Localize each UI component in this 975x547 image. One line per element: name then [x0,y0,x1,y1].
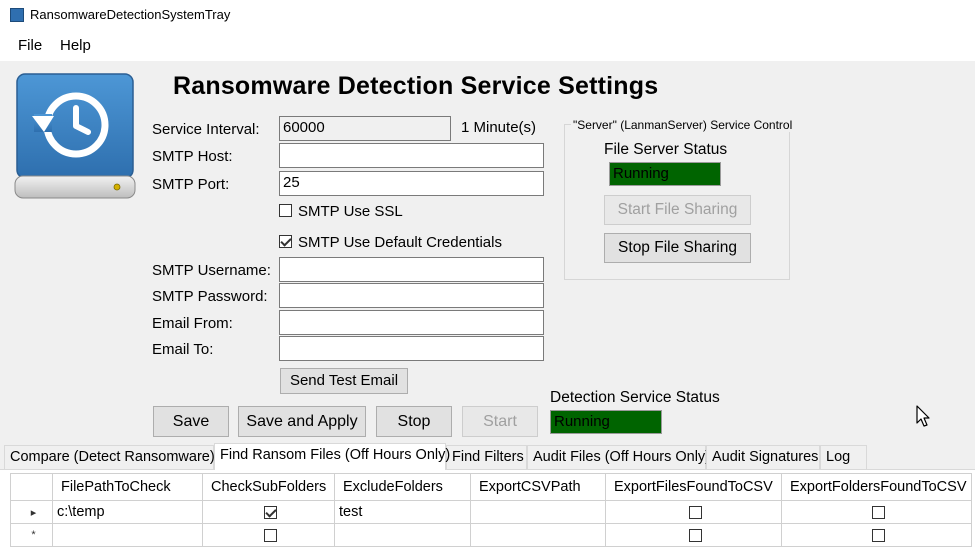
exportfoldersfound-cell[interactable] [781,523,972,547]
smtp-use-default-credentials-box[interactable] [279,235,292,248]
page-title: Ransomware Detection Service Settings [173,72,659,100]
filepath-cell[interactable]: c:\temp [52,500,203,524]
exportcsvpath-cell[interactable] [470,523,606,547]
exportfilesfound-cell[interactable] [605,500,782,524]
filepath-cell[interactable] [52,523,203,547]
stop-file-sharing-button[interactable]: Stop File Sharing [604,233,751,263]
email-to-input[interactable] [279,336,544,361]
stop-button[interactable]: Stop [376,406,452,437]
detection-service-status-value: Running [550,410,662,434]
exportfoldersfound-checkbox[interactable] [872,528,885,542]
column-header[interactable]: ExportFoldersFoundToCSV [781,473,972,501]
column-header[interactable]: FilePathToCheck [52,473,203,501]
mouse-cursor-icon [916,405,930,427]
row-indicator[interactable]: ▸ [10,500,53,524]
smtp-username-input[interactable] [279,257,544,282]
column-header[interactable]: ExcludeFolders [334,473,471,501]
column-header[interactable]: CheckSubFolders [202,473,335,501]
tab-audit-files[interactable]: Audit Files (Off Hours Only) [527,445,710,469]
tab-audit-signatures[interactable]: Audit Signatures [706,445,820,469]
smtp-host-input[interactable] [279,143,544,168]
file-path-grid: FilePathToCheck CheckSubFolders ExcludeF… [10,473,972,547]
smtp-host-label: SMTP Host: [152,148,233,165]
file-server-status-value: Running [609,162,721,186]
exportfilesfound-cell[interactable] [605,523,782,547]
window-title: RansomwareDetectionSystemTray [30,7,231,22]
service-control-legend: "Server" (LanmanServer) Service Control [571,118,795,132]
email-from-label: Email From: [152,315,233,332]
smtp-password-label: SMTP Password: [152,288,268,305]
start-file-sharing-button[interactable]: Start File Sharing [604,195,751,225]
smtp-port-label: SMTP Port: [152,176,230,193]
tab-log[interactable]: Log [820,445,867,469]
exportfoldersfound-cell[interactable] [781,500,972,524]
file-server-status-label: File Server Status [604,141,728,158]
row-indicator[interactable]: * [10,523,53,547]
menu-help[interactable]: Help [58,37,93,54]
menu-file[interactable]: File [16,37,44,54]
checksubfolders-cell[interactable] [202,500,335,524]
smtp-username-label: SMTP Username: [152,262,271,279]
smtp-use-ssl-checkbox[interactable]: SMTP Use SSL [279,203,403,220]
tab-strip: Compare (Detect Ransomware) Find Ransom … [0,443,975,470]
checksubfolders-checkbox[interactable] [264,505,277,519]
title-bar: RansomwareDetectionSystemTray [0,0,975,31]
exportcsvpath-cell[interactable] [470,500,606,524]
service-interval-unit: 1 Minute(s) [461,119,537,136]
smtp-use-ssl-box[interactable] [279,204,292,217]
backup-drive-logo-icon [14,73,136,199]
exportfilesfound-checkbox[interactable] [689,505,702,519]
tab-find-ransom-files[interactable]: Find Ransom Files (Off Hours Only) [214,443,450,470]
checksubfolders-checkbox[interactable] [264,528,277,542]
grid-corner-header [10,473,53,501]
excludefolders-cell[interactable] [334,523,471,547]
menu-bar: File Help [0,31,975,61]
save-and-apply-button[interactable]: Save and Apply [238,406,366,437]
checksubfolders-cell[interactable] [202,523,335,547]
email-from-input[interactable] [279,310,544,335]
service-interval-label: Service Interval: [152,121,260,138]
column-header[interactable]: ExportCSVPath [470,473,606,501]
grid-header-row: FilePathToCheck CheckSubFolders ExcludeF… [10,473,972,501]
save-button[interactable]: Save [153,406,229,437]
email-to-label: Email To: [152,341,214,358]
start-button[interactable]: Start [462,406,538,437]
table-row[interactable]: ▸ c:\temp test [10,500,972,524]
smtp-use-default-credentials-checkbox[interactable]: SMTP Use Default Credentials [279,234,502,251]
exportfilesfound-checkbox[interactable] [689,528,702,542]
column-header[interactable]: ExportFilesFoundToCSV [605,473,782,501]
service-interval-input[interactable]: 60000 [279,116,451,141]
detection-service-status-label: Detection Service Status [550,389,720,406]
smtp-use-default-credentials-label: SMTP Use Default Credentials [298,234,502,251]
smtp-password-input[interactable] [279,283,544,308]
smtp-port-input[interactable]: 25 [279,171,544,196]
excludefolders-cell[interactable]: test [334,500,471,524]
tab-compare[interactable]: Compare (Detect Ransomware) [4,445,215,469]
table-row[interactable]: * [10,523,972,547]
tab-find-filters[interactable]: Find Filters [446,445,527,469]
app-icon [10,8,24,22]
send-test-email-button[interactable]: Send Test Email [280,368,408,394]
exportfoldersfound-checkbox[interactable] [872,505,885,519]
smtp-use-ssl-label: SMTP Use SSL [298,203,403,220]
